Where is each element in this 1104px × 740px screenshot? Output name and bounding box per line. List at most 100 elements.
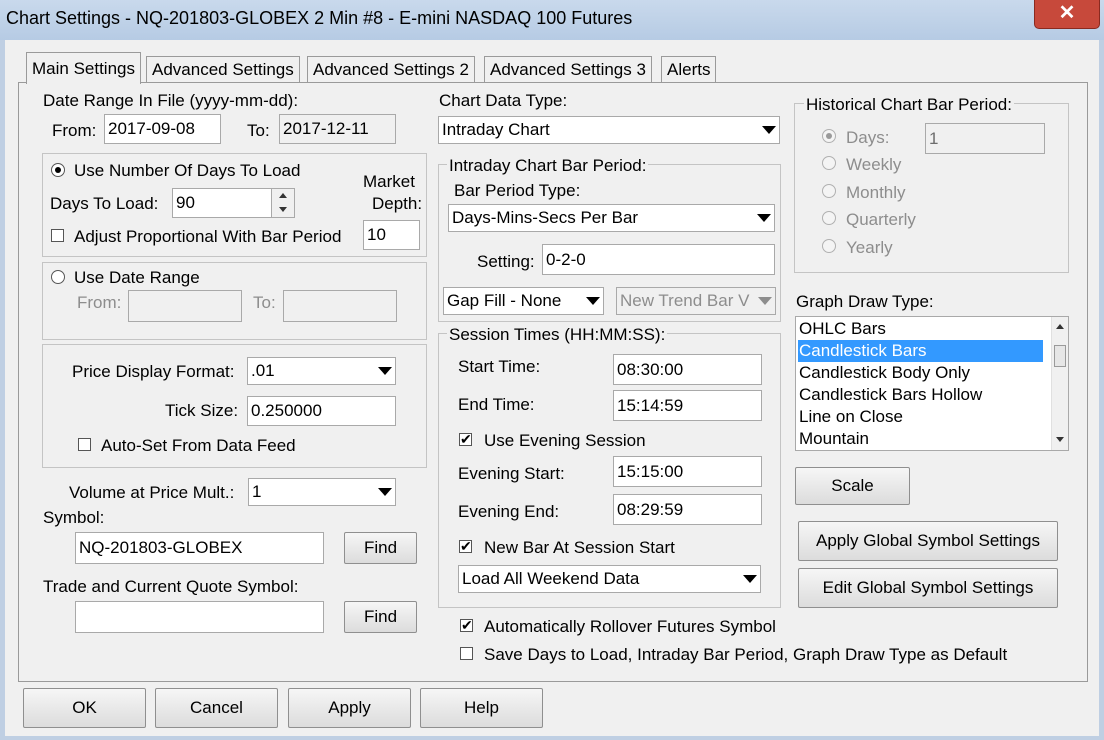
save-default-checkbox[interactable]: [460, 647, 473, 660]
tick-size-label: Tick Size:: [165, 401, 239, 420]
historical-period-group-label: Historical Chart Bar Period:: [804, 95, 1014, 115]
chart-data-type-label: Chart Data Type:: [439, 91, 568, 110]
historical-weekly-radio: [822, 156, 836, 170]
tab-main-settings[interactable]: Main Settings: [26, 52, 141, 84]
scroll-thumb[interactable]: [1054, 345, 1066, 367]
date-to-label: To:: [247, 121, 270, 140]
graph-draw-type-list[interactable]: OHLC Bars Candlestick Bars Candlestick B…: [795, 316, 1069, 451]
list-item[interactable]: Candlestick Body Only: [798, 362, 1043, 384]
historical-weekly-label: Weekly: [846, 155, 902, 174]
scale-button[interactable]: Scale: [795, 467, 910, 505]
help-button[interactable]: Help: [420, 688, 543, 728]
save-default-label: Save Days to Load, Intraday Bar Period, …: [484, 645, 1008, 664]
trade-symbol-field[interactable]: [75, 601, 324, 633]
scroll-down-icon[interactable]: [1056, 437, 1064, 442]
bar-period-type-select[interactable]: Days-Mins-Secs Per Bar: [448, 204, 775, 232]
range-to-field: [283, 290, 397, 322]
use-evening-session-label: Use Evening Session: [484, 431, 646, 450]
symbol-field[interactable]: NQ-201803-GLOBEX: [75, 532, 324, 564]
list-item[interactable]: Line on Close: [798, 406, 1043, 428]
use-evening-session-checkbox[interactable]: ✔: [459, 432, 472, 446]
tab-advanced-settings-2[interactable]: Advanced Settings 2: [307, 56, 475, 82]
date-to-field: 2017-12-11: [279, 114, 396, 144]
list-item[interactable]: Candlestick Bars: [798, 340, 1043, 362]
evening-start-field[interactable]: 15:15:00: [613, 456, 762, 487]
intraday-period-group-label: Intraday Chart Bar Period:: [447, 156, 649, 176]
edit-global-symbol-settings-button[interactable]: Edit Global Symbol Settings: [798, 568, 1058, 608]
historical-monthly-radio: [822, 184, 836, 198]
volume-mult-value: 1: [252, 482, 262, 501]
window-title: Chart Settings - NQ-201803-GLOBEX 2 Min …: [6, 8, 633, 28]
gap-fill-select[interactable]: Gap Fill - None: [443, 287, 604, 315]
new-trend-bar-select: New Trend Bar V: [616, 287, 776, 315]
chart-data-type-select[interactable]: Intraday Chart: [438, 116, 780, 144]
list-scrollbar[interactable]: [1051, 317, 1068, 450]
start-time-field[interactable]: 08:30:00: [613, 354, 762, 385]
evening-start-label: Evening Start:: [458, 464, 565, 483]
market-depth-field[interactable]: 10: [363, 220, 420, 250]
chevron-down-icon: [378, 488, 392, 496]
cancel-button[interactable]: Cancel: [155, 688, 278, 728]
chart-data-type-value: Intraday Chart: [442, 120, 550, 139]
volume-mult-select[interactable]: 1: [248, 478, 396, 506]
symbol-label: Symbol:: [43, 508, 105, 527]
list-item[interactable]: Candlestick Bars Hollow: [798, 384, 1043, 406]
range-from-label: From:: [77, 293, 122, 312]
use-days-radio[interactable]: [51, 163, 65, 177]
use-date-range-radio[interactable]: [51, 270, 65, 284]
chevron-down-icon: [586, 297, 600, 305]
use-days-label: Use Number Of Days To Load: [74, 161, 301, 180]
weekend-data-select[interactable]: Load All Weekend Data: [458, 565, 761, 593]
bar-period-type-value: Days-Mins-Secs Per Bar: [452, 208, 639, 227]
date-from-field[interactable]: 2017-09-08: [104, 114, 221, 144]
end-time-label: End Time:: [458, 395, 535, 414]
price-format-value: .01: [251, 361, 275, 380]
historical-days-radio: [822, 129, 836, 143]
ok-button[interactable]: OK: [23, 688, 146, 728]
auto-rollover-label: Automatically Rollover Futures Symbol: [484, 617, 776, 636]
trade-symbol-label: Trade and Current Quote Symbol:: [43, 577, 299, 596]
chevron-down-icon: [758, 297, 772, 305]
scroll-up-icon[interactable]: [1056, 324, 1064, 329]
tab-advanced-settings[interactable]: Advanced Settings: [146, 56, 300, 82]
days-to-load-field[interactable]: 90: [172, 188, 272, 218]
range-to-label: To:: [253, 293, 276, 312]
chevron-down-icon: [378, 367, 392, 375]
end-time-field[interactable]: 15:14:59: [613, 390, 762, 421]
apply-global-symbol-settings-button[interactable]: Apply Global Symbol Settings: [798, 521, 1058, 561]
list-item[interactable]: Mountain: [798, 428, 1043, 450]
chevron-down-icon: [762, 126, 776, 134]
historical-yearly-radio: [822, 239, 836, 253]
find-trade-symbol-button[interactable]: Find: [344, 601, 417, 633]
price-format-select[interactable]: .01: [247, 357, 396, 385]
tab-alerts[interactable]: Alerts: [661, 56, 717, 82]
adjust-proportional-checkbox[interactable]: [51, 229, 64, 242]
tab-advanced-settings-3[interactable]: Advanced Settings 3: [484, 56, 652, 82]
days-spinner[interactable]: [271, 188, 295, 218]
auto-rollover-checkbox[interactable]: ✔: [460, 618, 473, 632]
evening-end-label: Evening End:: [458, 502, 560, 521]
find-symbol-button[interactable]: Find: [344, 532, 417, 564]
historical-days-field: 1: [925, 123, 1045, 154]
new-bar-session-checkbox[interactable]: ✔: [459, 539, 472, 553]
spin-down-icon: [279, 207, 287, 212]
auto-set-checkbox[interactable]: [78, 438, 91, 451]
close-button[interactable]: ✕: [1034, 0, 1100, 29]
weekend-data-value: Load All Weekend Data: [462, 569, 640, 588]
chevron-down-icon: [743, 575, 757, 583]
volume-mult-label: Volume at Price Mult.:: [69, 483, 235, 502]
historical-quarterly-radio: [822, 211, 836, 225]
list-item[interactable]: OHLC Bars: [798, 318, 1043, 340]
days-to-load-label: Days To Load:: [50, 194, 159, 213]
evening-end-field[interactable]: 08:29:59: [613, 494, 762, 525]
new-trend-bar-value: New Trend Bar V: [620, 291, 750, 310]
historical-monthly-label: Monthly: [846, 183, 906, 202]
bar-period-type-label: Bar Period Type:: [454, 181, 581, 200]
chevron-down-icon: [757, 214, 771, 222]
setting-field[interactable]: 0-2-0: [542, 244, 775, 275]
apply-button[interactable]: Apply: [288, 688, 411, 728]
date-range-heading: Date Range In File (yyyy-mm-dd):: [43, 91, 299, 110]
market-depth-label-2: Depth:: [372, 194, 423, 213]
spin-up-icon: [279, 193, 287, 198]
tick-size-field[interactable]: 0.250000: [247, 396, 396, 426]
